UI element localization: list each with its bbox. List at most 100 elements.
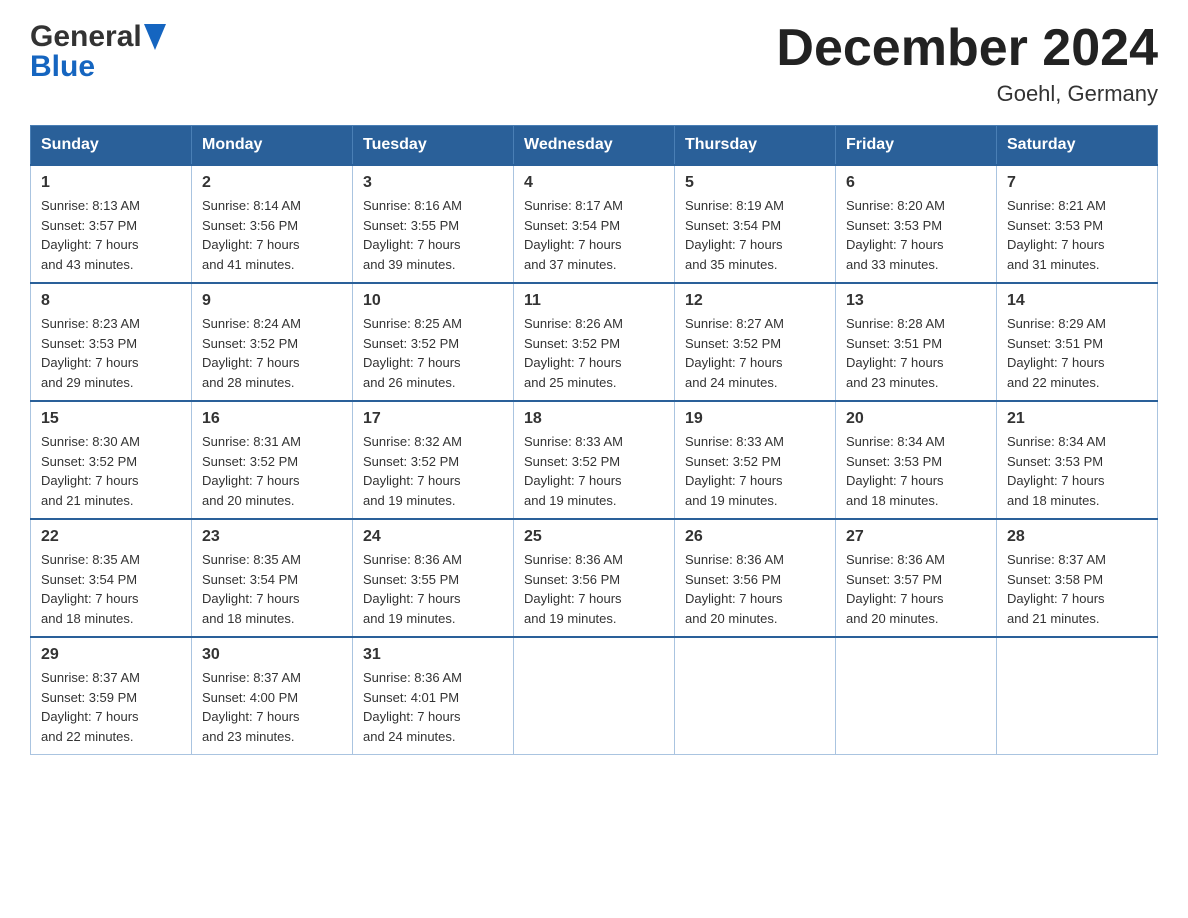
- page-header: General Blue December 2024 Goehl, German…: [30, 20, 1158, 107]
- day-info: Sunrise: 8:29 AM Sunset: 3:51 PM Dayligh…: [1007, 314, 1147, 392]
- day-info: Sunrise: 8:30 AM Sunset: 3:52 PM Dayligh…: [41, 432, 181, 510]
- week-row-4: 22 Sunrise: 8:35 AM Sunset: 3:54 PM Dayl…: [31, 519, 1158, 637]
- day-number: 15: [41, 410, 181, 428]
- day-info: Sunrise: 8:36 AM Sunset: 4:01 PM Dayligh…: [363, 668, 503, 746]
- day-info: Sunrise: 8:26 AM Sunset: 3:52 PM Dayligh…: [524, 314, 664, 392]
- calendar-cell: 27 Sunrise: 8:36 AM Sunset: 3:57 PM Dayl…: [836, 519, 997, 637]
- day-number: 5: [685, 174, 825, 192]
- calendar-cell: 13 Sunrise: 8:28 AM Sunset: 3:51 PM Dayl…: [836, 283, 997, 401]
- week-row-1: 1 Sunrise: 8:13 AM Sunset: 3:57 PM Dayli…: [31, 165, 1158, 283]
- day-number: 18: [524, 410, 664, 428]
- day-info: Sunrise: 8:36 AM Sunset: 3:56 PM Dayligh…: [685, 550, 825, 628]
- day-info: Sunrise: 8:14 AM Sunset: 3:56 PM Dayligh…: [202, 196, 342, 274]
- calendar-table: SundayMondayTuesdayWednesdayThursdayFrid…: [30, 125, 1158, 755]
- calendar-cell: 16 Sunrise: 8:31 AM Sunset: 3:52 PM Dayl…: [192, 401, 353, 519]
- page-title: December 2024: [776, 20, 1158, 77]
- calendar-cell: 5 Sunrise: 8:19 AM Sunset: 3:54 PM Dayli…: [675, 165, 836, 283]
- calendar-cell: 2 Sunrise: 8:14 AM Sunset: 3:56 PM Dayli…: [192, 165, 353, 283]
- calendar-cell: 14 Sunrise: 8:29 AM Sunset: 3:51 PM Dayl…: [997, 283, 1158, 401]
- calendar-cell: 11 Sunrise: 8:26 AM Sunset: 3:52 PM Dayl…: [514, 283, 675, 401]
- calendar-cell: [675, 637, 836, 755]
- calendar-cell: 3 Sunrise: 8:16 AM Sunset: 3:55 PM Dayli…: [353, 165, 514, 283]
- day-number: 10: [363, 292, 503, 310]
- logo: General Blue: [30, 20, 166, 84]
- day-number: 29: [41, 646, 181, 664]
- calendar-cell: 12 Sunrise: 8:27 AM Sunset: 3:52 PM Dayl…: [675, 283, 836, 401]
- day-info: Sunrise: 8:36 AM Sunset: 3:55 PM Dayligh…: [363, 550, 503, 628]
- day-info: Sunrise: 8:35 AM Sunset: 3:54 PM Dayligh…: [41, 550, 181, 628]
- calendar-cell: 24 Sunrise: 8:36 AM Sunset: 3:55 PM Dayl…: [353, 519, 514, 637]
- calendar-header-thursday: Thursday: [675, 126, 836, 166]
- day-number: 26: [685, 528, 825, 546]
- calendar-cell: 19 Sunrise: 8:33 AM Sunset: 3:52 PM Dayl…: [675, 401, 836, 519]
- day-info: Sunrise: 8:17 AM Sunset: 3:54 PM Dayligh…: [524, 196, 664, 274]
- day-info: Sunrise: 8:24 AM Sunset: 3:52 PM Dayligh…: [202, 314, 342, 392]
- calendar-header-sunday: Sunday: [31, 126, 192, 166]
- calendar-cell: 23 Sunrise: 8:35 AM Sunset: 3:54 PM Dayl…: [192, 519, 353, 637]
- day-info: Sunrise: 8:16 AM Sunset: 3:55 PM Dayligh…: [363, 196, 503, 274]
- day-number: 1: [41, 174, 181, 192]
- day-info: Sunrise: 8:31 AM Sunset: 3:52 PM Dayligh…: [202, 432, 342, 510]
- calendar-cell: [836, 637, 997, 755]
- calendar-header-saturday: Saturday: [997, 126, 1158, 166]
- day-number: 17: [363, 410, 503, 428]
- day-info: Sunrise: 8:34 AM Sunset: 3:53 PM Dayligh…: [846, 432, 986, 510]
- day-number: 21: [1007, 410, 1147, 428]
- day-number: 31: [363, 646, 503, 664]
- calendar-header-wednesday: Wednesday: [514, 126, 675, 166]
- calendar-cell: 17 Sunrise: 8:32 AM Sunset: 3:52 PM Dayl…: [353, 401, 514, 519]
- day-number: 16: [202, 410, 342, 428]
- day-info: Sunrise: 8:37 AM Sunset: 4:00 PM Dayligh…: [202, 668, 342, 746]
- week-row-3: 15 Sunrise: 8:30 AM Sunset: 3:52 PM Dayl…: [31, 401, 1158, 519]
- day-info: Sunrise: 8:20 AM Sunset: 3:53 PM Dayligh…: [846, 196, 986, 274]
- day-number: 2: [202, 174, 342, 192]
- calendar-cell: 10 Sunrise: 8:25 AM Sunset: 3:52 PM Dayl…: [353, 283, 514, 401]
- week-row-2: 8 Sunrise: 8:23 AM Sunset: 3:53 PM Dayli…: [31, 283, 1158, 401]
- calendar-header-friday: Friday: [836, 126, 997, 166]
- day-info: Sunrise: 8:28 AM Sunset: 3:51 PM Dayligh…: [846, 314, 986, 392]
- day-info: Sunrise: 8:13 AM Sunset: 3:57 PM Dayligh…: [41, 196, 181, 274]
- calendar-header-monday: Monday: [192, 126, 353, 166]
- title-block: December 2024 Goehl, Germany: [776, 20, 1158, 107]
- day-number: 4: [524, 174, 664, 192]
- calendar-cell: 18 Sunrise: 8:33 AM Sunset: 3:52 PM Dayl…: [514, 401, 675, 519]
- logo-general-text: General: [30, 20, 142, 54]
- day-info: Sunrise: 8:37 AM Sunset: 3:59 PM Dayligh…: [41, 668, 181, 746]
- page-subtitle: Goehl, Germany: [776, 81, 1158, 107]
- logo-blue-text: Blue: [30, 50, 95, 83]
- day-number: 25: [524, 528, 664, 546]
- day-number: 24: [363, 528, 503, 546]
- calendar-cell: 15 Sunrise: 8:30 AM Sunset: 3:52 PM Dayl…: [31, 401, 192, 519]
- day-number: 6: [846, 174, 986, 192]
- calendar-header-tuesday: Tuesday: [353, 126, 514, 166]
- calendar-cell: 22 Sunrise: 8:35 AM Sunset: 3:54 PM Dayl…: [31, 519, 192, 637]
- calendar-cell: 30 Sunrise: 8:37 AM Sunset: 4:00 PM Dayl…: [192, 637, 353, 755]
- calendar-cell: 6 Sunrise: 8:20 AM Sunset: 3:53 PM Dayli…: [836, 165, 997, 283]
- day-number: 9: [202, 292, 342, 310]
- day-number: 11: [524, 292, 664, 310]
- day-number: 22: [41, 528, 181, 546]
- day-info: Sunrise: 8:21 AM Sunset: 3:53 PM Dayligh…: [1007, 196, 1147, 274]
- day-info: Sunrise: 8:27 AM Sunset: 3:52 PM Dayligh…: [685, 314, 825, 392]
- calendar-header-row: SundayMondayTuesdayWednesdayThursdayFrid…: [31, 126, 1158, 166]
- day-info: Sunrise: 8:33 AM Sunset: 3:52 PM Dayligh…: [524, 432, 664, 510]
- calendar-cell: 8 Sunrise: 8:23 AM Sunset: 3:53 PM Dayli…: [31, 283, 192, 401]
- day-number: 12: [685, 292, 825, 310]
- week-row-5: 29 Sunrise: 8:37 AM Sunset: 3:59 PM Dayl…: [31, 637, 1158, 755]
- calendar-cell: [997, 637, 1158, 755]
- day-number: 3: [363, 174, 503, 192]
- day-number: 28: [1007, 528, 1147, 546]
- day-info: Sunrise: 8:23 AM Sunset: 3:53 PM Dayligh…: [41, 314, 181, 392]
- day-info: Sunrise: 8:19 AM Sunset: 3:54 PM Dayligh…: [685, 196, 825, 274]
- day-info: Sunrise: 8:34 AM Sunset: 3:53 PM Dayligh…: [1007, 432, 1147, 510]
- calendar-cell: 25 Sunrise: 8:36 AM Sunset: 3:56 PM Dayl…: [514, 519, 675, 637]
- calendar-cell: [514, 637, 675, 755]
- calendar-cell: 7 Sunrise: 8:21 AM Sunset: 3:53 PM Dayli…: [997, 165, 1158, 283]
- calendar-cell: 1 Sunrise: 8:13 AM Sunset: 3:57 PM Dayli…: [31, 165, 192, 283]
- calendar-cell: 21 Sunrise: 8:34 AM Sunset: 3:53 PM Dayl…: [997, 401, 1158, 519]
- calendar-cell: 31 Sunrise: 8:36 AM Sunset: 4:01 PM Dayl…: [353, 637, 514, 755]
- day-number: 20: [846, 410, 986, 428]
- day-number: 30: [202, 646, 342, 664]
- day-number: 7: [1007, 174, 1147, 192]
- calendar-cell: 26 Sunrise: 8:36 AM Sunset: 3:56 PM Dayl…: [675, 519, 836, 637]
